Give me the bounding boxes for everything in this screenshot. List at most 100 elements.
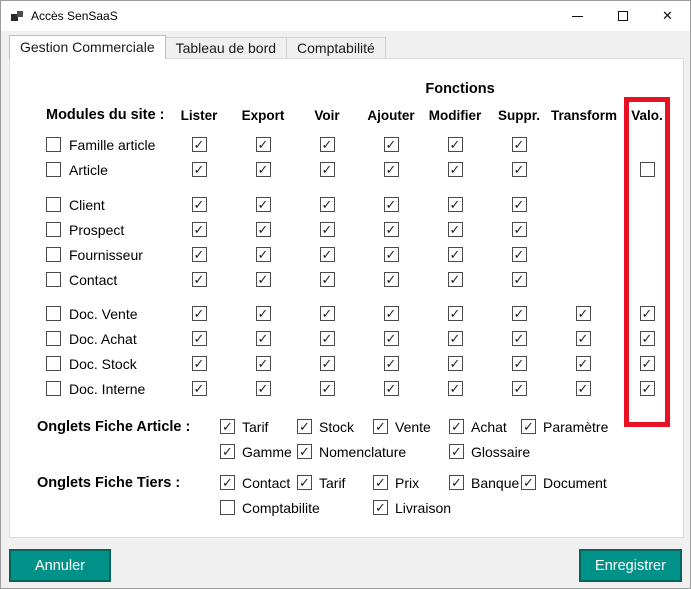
function-checkbox-doc-vente-ajouter[interactable]: ✓ [383,306,399,321]
function-checkbox-famille-article-voir[interactable]: ✓ [319,137,335,152]
module-checkbox-doc-stock[interactable] [46,356,61,371]
save-button[interactable]: Enregistrer [579,549,682,582]
function-checkbox-famille-article-suppr[interactable]: ✓ [511,137,527,152]
tab-gestion-commerciale[interactable]: Gestion Commerciale [9,35,166,59]
function-checkbox-doc-stock-voir[interactable]: ✓ [319,356,335,371]
function-checkbox-prospect-lister[interactable]: ✓ [191,222,207,237]
function-checkbox-client-lister[interactable]: ✓ [191,197,207,212]
function-checkbox-doc-stock-lister[interactable]: ✓ [191,356,207,371]
fiche-tiers-checkbox-document[interactable]: ✓ [521,475,536,490]
module-checkbox-doc-achat[interactable] [46,331,61,346]
function-checkbox-famille-article-modifier[interactable]: ✓ [447,137,463,152]
tab-tableau-de-bord[interactable]: Tableau de bord [164,37,288,58]
function-checkbox-doc-vente-voir[interactable]: ✓ [319,306,335,321]
function-checkbox-article-export[interactable]: ✓ [255,162,271,177]
function-checkbox-fournisseur-modifier[interactable]: ✓ [447,247,463,262]
fiche-article-checkbox-gamme[interactable]: ✓ [220,444,235,459]
function-checkbox-fournisseur-voir[interactable]: ✓ [319,247,335,262]
function-checkbox-prospect-export[interactable]: ✓ [255,222,271,237]
function-checkbox-contact-export[interactable]: ✓ [255,272,271,287]
function-checkbox-doc-interne-ajouter[interactable]: ✓ [383,381,399,396]
tab-comptabilite[interactable]: Comptabilité [286,37,386,58]
module-checkbox-famille-article[interactable] [46,137,61,152]
function-checkbox-doc-interne-modifier[interactable]: ✓ [447,381,463,396]
function-checkbox-doc-stock-ajouter[interactable]: ✓ [383,356,399,371]
function-checkbox-fournisseur-ajouter[interactable]: ✓ [383,247,399,262]
module-checkbox-doc-interne[interactable] [46,381,61,396]
function-checkbox-doc-achat-lister[interactable]: ✓ [191,331,207,346]
close-button[interactable]: ✕ [645,1,690,31]
function-checkbox-doc-achat-modifier[interactable]: ✓ [447,331,463,346]
fiche-tiers-checkbox-contact[interactable]: ✓ [220,475,235,490]
function-checkbox-famille-article-export[interactable]: ✓ [255,137,271,152]
function-checkbox-doc-stock-export[interactable]: ✓ [255,356,271,371]
function-checkbox-contact-voir[interactable]: ✓ [319,272,335,287]
minimize-button[interactable] [555,1,600,31]
function-checkbox-doc-vente-modifier[interactable]: ✓ [447,306,463,321]
function-checkbox-doc-stock-valo[interactable]: ✓ [639,356,655,371]
function-checkbox-doc-vente-lister[interactable]: ✓ [191,306,207,321]
function-checkbox-article-valo[interactable] [639,162,655,177]
module-checkbox-doc-vente[interactable] [46,306,61,321]
function-checkbox-doc-achat-suppr[interactable]: ✓ [511,331,527,346]
function-checkbox-doc-achat-voir[interactable]: ✓ [319,331,335,346]
function-checkbox-doc-interne-suppr[interactable]: ✓ [511,381,527,396]
function-checkbox-famille-article-ajouter[interactable]: ✓ [383,137,399,152]
function-checkbox-contact-lister[interactable]: ✓ [191,272,207,287]
function-checkbox-doc-vente-valo[interactable]: ✓ [639,306,655,321]
function-checkbox-doc-stock-modifier[interactable]: ✓ [447,356,463,371]
fiche-article-checkbox-nomenclature[interactable]: ✓ [297,444,312,459]
function-checkbox-doc-vente-suppr[interactable]: ✓ [511,306,527,321]
function-checkbox-famille-article-lister[interactable]: ✓ [191,137,207,152]
function-checkbox-doc-interne-transform[interactable]: ✓ [575,381,591,396]
function-checkbox-doc-stock-transform[interactable]: ✓ [575,356,591,371]
function-checkbox-client-voir[interactable]: ✓ [319,197,335,212]
function-checkbox-fournisseur-lister[interactable]: ✓ [191,247,207,262]
function-checkbox-fournisseur-suppr[interactable]: ✓ [511,247,527,262]
function-checkbox-article-ajouter[interactable]: ✓ [383,162,399,177]
fiche-tiers-checkbox-prix[interactable]: ✓ [373,475,388,490]
function-checkbox-doc-achat-transform[interactable]: ✓ [575,331,591,346]
function-checkbox-doc-interne-valo[interactable]: ✓ [639,381,655,396]
fiche-tiers-checkbox-tarif[interactable]: ✓ [297,475,312,490]
fiche-article-checkbox-tarif[interactable]: ✓ [220,419,235,434]
function-checkbox-client-modifier[interactable]: ✓ [447,197,463,212]
function-checkbox-article-lister[interactable]: ✓ [191,162,207,177]
fiche-article-checkbox-vente[interactable]: ✓ [373,419,388,434]
module-checkbox-article[interactable] [46,162,61,177]
module-checkbox-contact[interactable] [46,272,61,287]
function-checkbox-prospect-modifier[interactable]: ✓ [447,222,463,237]
fiche-article-checkbox-stock[interactable]: ✓ [297,419,312,434]
function-checkbox-contact-ajouter[interactable]: ✓ [383,272,399,287]
function-checkbox-prospect-voir[interactable]: ✓ [319,222,335,237]
function-checkbox-client-suppr[interactable]: ✓ [511,197,527,212]
fiche-article-checkbox-achat[interactable]: ✓ [449,419,464,434]
function-checkbox-contact-suppr[interactable]: ✓ [511,272,527,287]
module-checkbox-client[interactable] [46,197,61,212]
function-checkbox-article-voir[interactable]: ✓ [319,162,335,177]
function-checkbox-article-suppr[interactable]: ✓ [511,162,527,177]
fiche-tiers-checkbox-banque[interactable]: ✓ [449,475,464,490]
function-checkbox-doc-vente-transform[interactable]: ✓ [575,306,591,321]
function-checkbox-contact-modifier[interactable]: ✓ [447,272,463,287]
fiche-article-checkbox-glossaire[interactable]: ✓ [449,444,464,459]
module-checkbox-prospect[interactable] [46,222,61,237]
function-checkbox-doc-interne-export[interactable]: ✓ [255,381,271,396]
cancel-button[interactable]: Annuler [9,549,111,582]
function-checkbox-fournisseur-export[interactable]: ✓ [255,247,271,262]
function-checkbox-doc-achat-ajouter[interactable]: ✓ [383,331,399,346]
function-checkbox-prospect-ajouter[interactable]: ✓ [383,222,399,237]
function-checkbox-doc-achat-valo[interactable]: ✓ [639,331,655,346]
function-checkbox-client-export[interactable]: ✓ [255,197,271,212]
maximize-button[interactable] [600,1,645,31]
function-checkbox-article-modifier[interactable]: ✓ [447,162,463,177]
function-checkbox-doc-interne-voir[interactable]: ✓ [319,381,335,396]
function-checkbox-doc-stock-suppr[interactable]: ✓ [511,356,527,371]
fiche-article-checkbox-param-tre[interactable]: ✓ [521,419,536,434]
fiche-tiers-checkbox-comptabilite[interactable] [220,500,235,515]
function-checkbox-client-ajouter[interactable]: ✓ [383,197,399,212]
module-checkbox-fournisseur[interactable] [46,247,61,262]
function-checkbox-prospect-suppr[interactable]: ✓ [511,222,527,237]
function-checkbox-doc-vente-export[interactable]: ✓ [255,306,271,321]
fiche-tiers-checkbox-livraison[interactable]: ✓ [373,500,388,515]
